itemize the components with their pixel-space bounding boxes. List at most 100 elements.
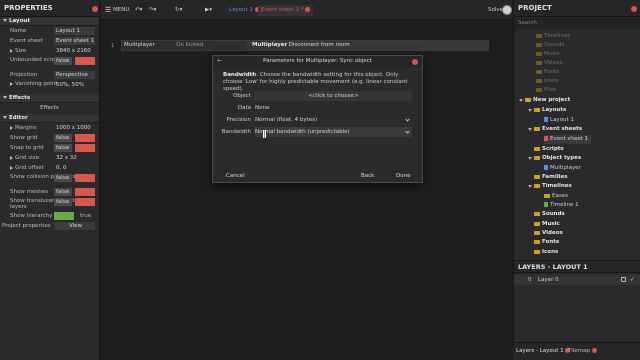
tree-folder-videos[interactable]: Videos xyxy=(534,229,563,238)
redo-history-icon[interactable]: ↻▾ xyxy=(175,6,182,14)
layer-row[interactable]: 0 Layer 0 ✓ xyxy=(514,275,640,285)
section-layout[interactable]: Layout xyxy=(0,17,99,26)
unbounded-toggle[interactable]: false xyxy=(54,57,72,65)
translucent-toggle[interactable]: false xyxy=(54,198,72,206)
tree-item-eventsheet1[interactable]: Event sheet 1 xyxy=(544,135,592,144)
action-text: : Disconnect from room xyxy=(285,42,350,48)
close-icon[interactable] xyxy=(412,59,418,65)
eventsheet-select[interactable]: Event sheet 1 xyxy=(54,37,95,45)
tab-tilemap[interactable]: Tilemap xyxy=(568,348,597,354)
collision-toggle[interactable]: false xyxy=(54,174,72,182)
undo-icon[interactable]: ↶▾ xyxy=(135,6,142,14)
check-icon[interactable]: ✓ xyxy=(630,275,635,285)
close-icon[interactable] xyxy=(92,6,98,12)
view-button[interactable]: View xyxy=(54,222,95,230)
main-toolbar: ☰ MENU ↶▾ ↷▾ ↻▾ ▶▾ Layout 1 Event sheet … xyxy=(101,0,512,20)
tree-item-layout1[interactable]: Layout 1 xyxy=(544,116,574,125)
param-data[interactable]: Data None xyxy=(213,103,424,113)
play-icon[interactable]: ▶▾ xyxy=(205,6,212,14)
lock-icon[interactable] xyxy=(621,277,626,282)
parameters-dialog: ← Parameters for Multiplayer: Sync objec… xyxy=(212,55,423,183)
snaptogrid-toggle[interactable]: false xyxy=(54,144,72,152)
tree-item-files-dim[interactable]: Files xyxy=(536,86,556,95)
project-panel: PROJECT Search Timelines Sounds Music Vi… xyxy=(513,0,640,260)
data-input[interactable]: None xyxy=(254,103,412,113)
close-icon[interactable] xyxy=(305,7,311,12)
event-condition[interactable]: On kicked xyxy=(176,42,203,48)
project-header: PROJECT xyxy=(514,0,640,17)
tree-folder-fonts[interactable]: Fonts xyxy=(534,238,559,247)
properties-panel: PROPERTIES Layout Name Layout 1 Event she… xyxy=(0,0,100,360)
tree-folder-music[interactable]: Music xyxy=(534,220,560,229)
param-bandwidth[interactable]: Bandwidth Normal bandwidth (unpredictabl… xyxy=(213,127,424,137)
tree-folder-icons[interactable]: Icons xyxy=(534,248,558,257)
prop-gridoffset[interactable]: Grid offset 0, 0 xyxy=(0,163,99,173)
effects-button[interactable]: Effects xyxy=(0,103,99,114)
tree-item-fonts-dim[interactable]: Fonts xyxy=(536,68,559,77)
back-button[interactable]: Back xyxy=(361,171,374,181)
prop-eventsheet[interactable]: Event sheet Event sheet 1 xyxy=(0,36,99,46)
prop-name[interactable]: Name Layout 1 xyxy=(0,26,99,36)
avatar[interactable] xyxy=(502,5,512,15)
menu-button[interactable]: MENU xyxy=(113,6,129,14)
prop-unbounded[interactable]: Unbounded scrolling false xyxy=(0,56,99,70)
precision-select[interactable]: Normal (float, 4 bytes) xyxy=(254,115,412,125)
tree-item-multiplayer[interactable]: Multiplayer xyxy=(544,164,581,173)
prop-showgrid[interactable]: Show grid false xyxy=(0,133,99,143)
tab-layers[interactable]: Layers - Layout 1 xyxy=(516,348,571,354)
tree-folder-families[interactable]: Families xyxy=(534,173,568,182)
tree-folder-timelines[interactable]: Timelines xyxy=(528,182,572,191)
tree-folder-scripts[interactable]: Scripts xyxy=(534,145,564,154)
tree-item-sounds-dim[interactable]: Sounds xyxy=(536,41,564,50)
tree-root-project[interactable]: New project xyxy=(519,96,570,105)
tree-folder-sounds[interactable]: Sounds xyxy=(534,210,565,219)
prop-projection[interactable]: Projection Perspective xyxy=(0,70,99,80)
prop-snaptogrid[interactable]: Snap to grid false xyxy=(0,143,99,153)
tree-item-timelines-dim[interactable]: Timelines xyxy=(536,32,570,41)
event-row[interactable]: Multiplayer On kicked Multiplayer : Disc… xyxy=(121,40,489,51)
param-precision[interactable]: Precision Normal (float, 4 bytes) xyxy=(213,115,424,125)
showgrid-toggle[interactable]: false xyxy=(54,134,72,142)
redo-icon[interactable]: ↷▾ xyxy=(149,6,156,14)
prop-projectprops[interactable]: Project properties View xyxy=(0,221,99,231)
prop-gridsize[interactable]: Grid size 32 x 32 xyxy=(0,153,99,163)
hierarchy-toggle[interactable] xyxy=(54,212,74,220)
bottom-tabs: Layers - Layout 1 Tilemap xyxy=(513,342,640,360)
object-picker[interactable]: <click to choose> xyxy=(254,91,412,101)
layer-index: 0 xyxy=(528,277,532,283)
bandwidth-select[interactable]: Normal bandwidth (unpredictable) xyxy=(254,127,412,137)
cancel-button[interactable]: Cancel xyxy=(226,171,245,181)
prop-size[interactable]: Size 3840 x 2160 xyxy=(0,46,99,56)
close-icon[interactable] xyxy=(631,6,637,12)
done-button[interactable]: Done xyxy=(396,171,410,181)
prop-hierarchy[interactable]: Show hierarchy true xyxy=(0,211,99,221)
menu-icon[interactable]: ☰ xyxy=(105,6,111,14)
back-arrow-icon[interactable]: ← xyxy=(217,56,222,67)
tree-folder-objecttypes[interactable]: Object types xyxy=(528,154,581,163)
layers-title: LAYERS - LAYOUT 1 xyxy=(518,263,588,271)
tree-item-icons-dim[interactable]: Icons xyxy=(536,77,558,86)
dialog-title-bar: ← Parameters for Multiplayer: Sync objec… xyxy=(213,56,422,67)
prop-vanishing[interactable]: Vanishing point 50%, 50% xyxy=(0,80,99,94)
projection-select[interactable]: Perspective xyxy=(54,71,95,79)
tree-item-timeline1[interactable]: Timeline 1 xyxy=(544,201,579,210)
tree-item-music-dim[interactable]: Music xyxy=(536,50,560,59)
name-field[interactable]: Layout 1 xyxy=(54,27,95,35)
param-object[interactable]: Object <click to choose> xyxy=(213,91,424,101)
tab-eventsheet[interactable]: Event sheet 1 * xyxy=(258,5,314,16)
tree-folder-layouts[interactable]: Layouts xyxy=(528,106,566,115)
prop-meshes[interactable]: Show meshes false xyxy=(0,187,99,197)
prop-margins[interactable]: Margins 1000 x 1000 xyxy=(0,123,99,133)
prop-collision[interactable]: Show collision polygons false xyxy=(0,173,99,187)
tree-item-videos-dim[interactable]: Videos xyxy=(536,59,562,68)
tree-folder-eventsheets[interactable]: Event sheets xyxy=(528,125,582,134)
project-search-input[interactable]: Search xyxy=(514,18,640,29)
meshes-toggle[interactable]: false xyxy=(54,188,72,196)
prop-translucent[interactable]: Show translucent inactive layers false xyxy=(0,197,99,211)
project-title: PROJECT xyxy=(518,4,552,12)
user-label[interactable]: Solve xyxy=(488,6,503,14)
section-editor[interactable]: Editor xyxy=(0,114,99,123)
section-effects[interactable]: Effects xyxy=(0,94,99,103)
tree-folder-eases[interactable]: Eases xyxy=(544,192,568,201)
layer-name[interactable]: Layer 0 xyxy=(538,275,559,285)
